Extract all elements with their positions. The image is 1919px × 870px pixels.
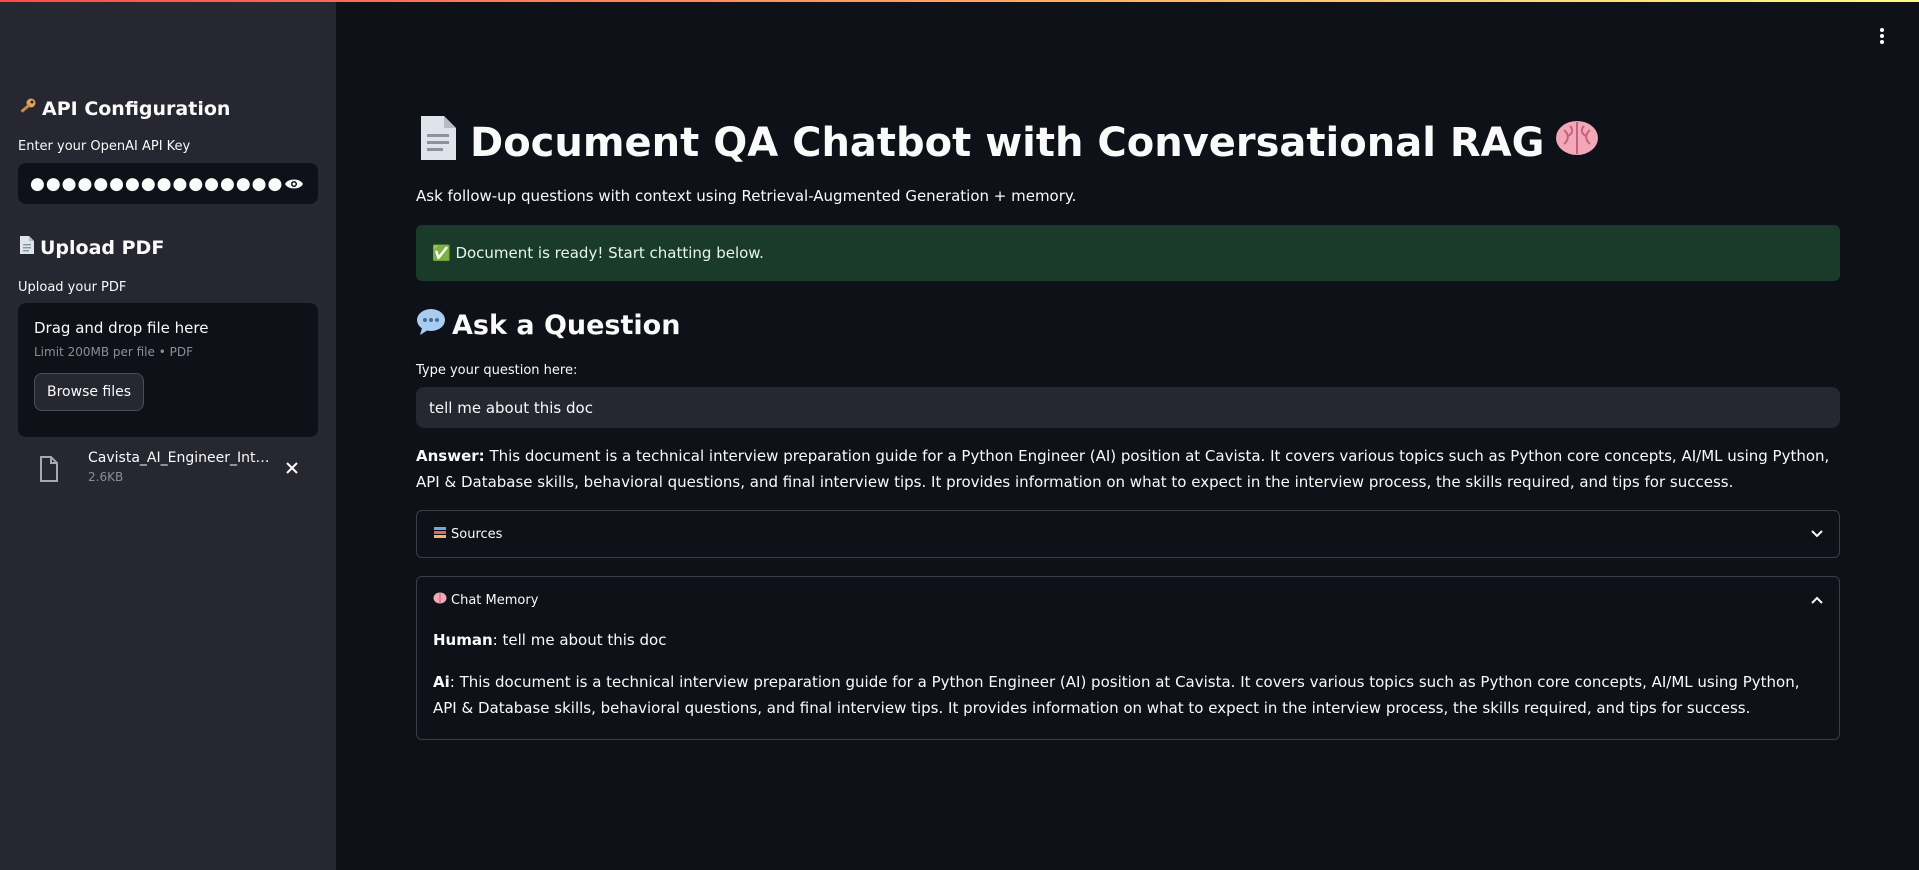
chat-memory-header[interactable]: Chat Memory <box>417 577 1839 623</box>
file-name: Cavista_AI_Engineer_Interview_Prep.pdf <box>88 450 278 466</box>
chat-memory-body: Human: tell me about this doc Ai: This d… <box>417 623 1839 739</box>
dropzone-limit: Limit 200MB per file • PDF <box>34 345 193 359</box>
file-size: 2.6KB <box>88 470 124 484</box>
api-key-label: Enter your OpenAI API Key <box>18 139 191 154</box>
chevron-down-icon[interactable] <box>1811 527 1823 542</box>
page-title: Document QA Chatbot with Conversational … <box>416 114 1840 172</box>
top-accent-line <box>0 0 1919 2</box>
page-subtitle: Ask follow-up questions with context usi… <box>416 187 1077 205</box>
more-options-icon[interactable] <box>1870 24 1894 48</box>
api-key-input[interactable] <box>30 173 282 194</box>
question-label: Type your question here: <box>416 363 578 378</box>
ask-question-heading: Ask a Question <box>416 308 680 343</box>
answer-text: This document is a technical interview p… <box>416 447 1830 491</box>
memory-message-ai: Ai: This document is a technical intervi… <box>433 673 1800 717</box>
answer-label: Answer: <box>416 447 485 465</box>
document-icon <box>416 114 460 172</box>
question-input[interactable] <box>429 398 1827 417</box>
upload-label: Upload your PDF <box>18 280 127 295</box>
dropzone-title: Drag and drop file here <box>34 319 209 337</box>
chat-memory-label: Chat Memory <box>451 592 539 608</box>
api-config-heading: API Configuration <box>18 96 230 121</box>
sources-expander[interactable]: Sources <box>416 510 1840 558</box>
answer-block: Answer: This document is a technical int… <box>416 443 1840 495</box>
document-icon <box>18 235 36 260</box>
memory-message-human: Human: tell me about this doc <box>433 631 667 649</box>
file-icon <box>38 456 66 486</box>
browse-files-button[interactable]: Browse files <box>34 373 145 411</box>
brain-icon <box>1554 118 1600 168</box>
chat-memory-expander[interactable]: Chat Memory Human: tell me about this do… <box>416 576 1840 740</box>
brain-icon <box>433 592 447 608</box>
success-alert: ✅ Document is ready! Start chatting belo… <box>416 225 1840 281</box>
sources-label: Sources <box>451 526 503 542</box>
file-dropzone[interactable]: Drag and drop file here Limit 200MB per … <box>18 303 318 437</box>
question-field[interactable] <box>416 387 1840 428</box>
sidebar: API Configuration Enter your OpenAI API … <box>0 0 336 870</box>
uploaded-file-row: Cavista_AI_Engineer_Interview_Prep.pdf 2… <box>38 450 308 494</box>
show-password-icon[interactable] <box>282 172 306 196</box>
key-icon <box>18 96 38 121</box>
api-key-field[interactable] <box>18 163 318 204</box>
books-icon <box>433 525 447 543</box>
sources-header[interactable]: Sources <box>417 511 1839 557</box>
speech-bubble-icon <box>416 308 446 343</box>
upload-pdf-heading: Upload PDF <box>18 235 164 260</box>
remove-file-icon[interactable] <box>280 456 304 480</box>
chevron-up-icon[interactable] <box>1811 593 1823 608</box>
